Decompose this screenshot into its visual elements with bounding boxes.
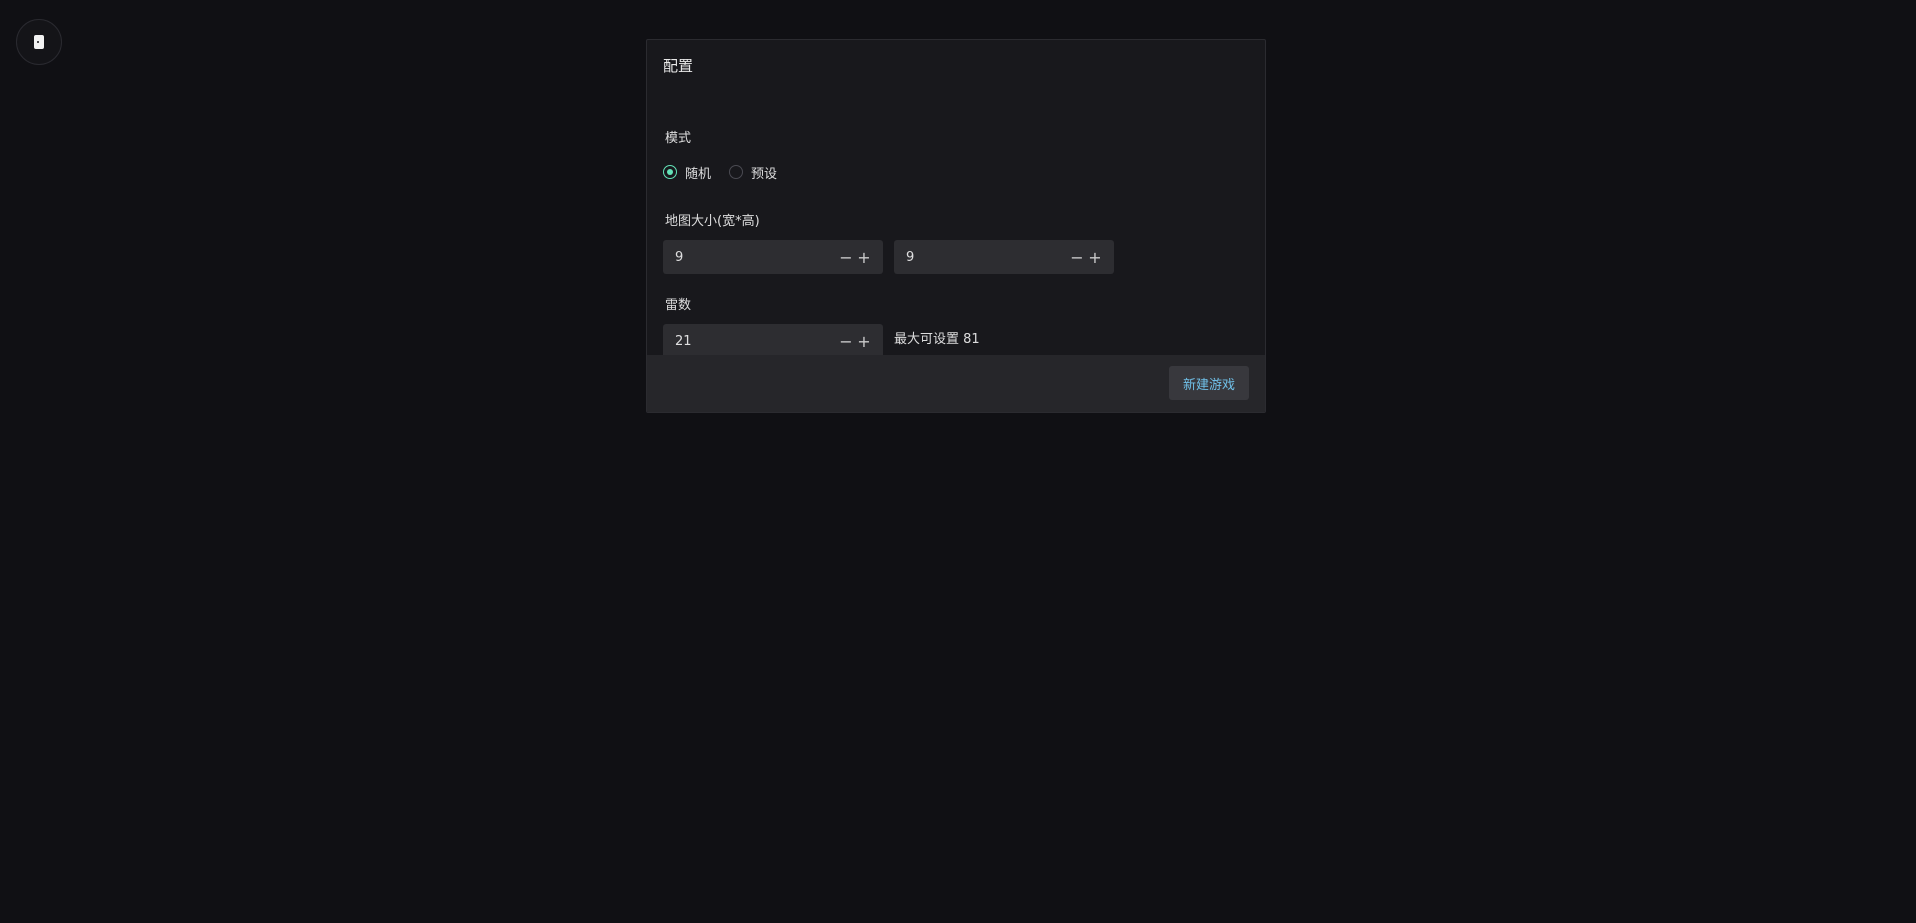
plus-icon[interactable]: + [855, 248, 873, 267]
minus-icon[interactable]: − [837, 332, 855, 351]
plus-icon[interactable]: + [855, 332, 873, 351]
map-height-value[interactable]: 9 [906, 250, 1068, 265]
moon-icon [34, 35, 44, 49]
radio-unchecked-icon[interactable] [729, 165, 744, 179]
mines-input[interactable]: 21 − + [663, 324, 883, 358]
theme-toggle-button[interactable] [16, 19, 62, 65]
map-width-input[interactable]: 9 − + [663, 240, 883, 274]
mode-label: 模式 [665, 131, 692, 146]
config-card-body: 配置 模式 随机 预设 地图大小(宽*高) 9 − + 9 − + 雷数 21 [647, 40, 1265, 358]
plus-icon[interactable]: + [1086, 248, 1104, 267]
card-title: 配置 [663, 57, 694, 75]
mines-value[interactable]: 21 [675, 334, 837, 349]
radio-checked-icon[interactable] [663, 165, 677, 179]
mode-option-label: 预设 [751, 166, 778, 182]
new-game-button[interactable]: 新建游戏 [1168, 366, 1249, 400]
minus-icon[interactable]: − [1068, 248, 1086, 267]
mines-label: 雷数 [665, 298, 692, 313]
map-width-value[interactable]: 9 [675, 250, 837, 265]
config-card-footer: 新建游戏 [647, 355, 1265, 412]
mode-radio-group: 随机 预设 [663, 162, 795, 182]
map-height-input[interactable]: 9 − + [894, 240, 1114, 274]
config-card: 配置 模式 随机 预设 地图大小(宽*高) 9 − + 9 − + 雷数 21 [646, 39, 1266, 413]
mode-option-preset[interactable]: 预设 [729, 163, 777, 182]
map-size-label: 地图大小(宽*高) [665, 214, 760, 229]
mines-max-hint: 最大可设置 81 [894, 332, 980, 347]
mode-option-label: 随机 [685, 166, 712, 182]
mode-option-random[interactable]: 随机 [663, 163, 711, 182]
minus-icon[interactable]: − [837, 248, 855, 267]
